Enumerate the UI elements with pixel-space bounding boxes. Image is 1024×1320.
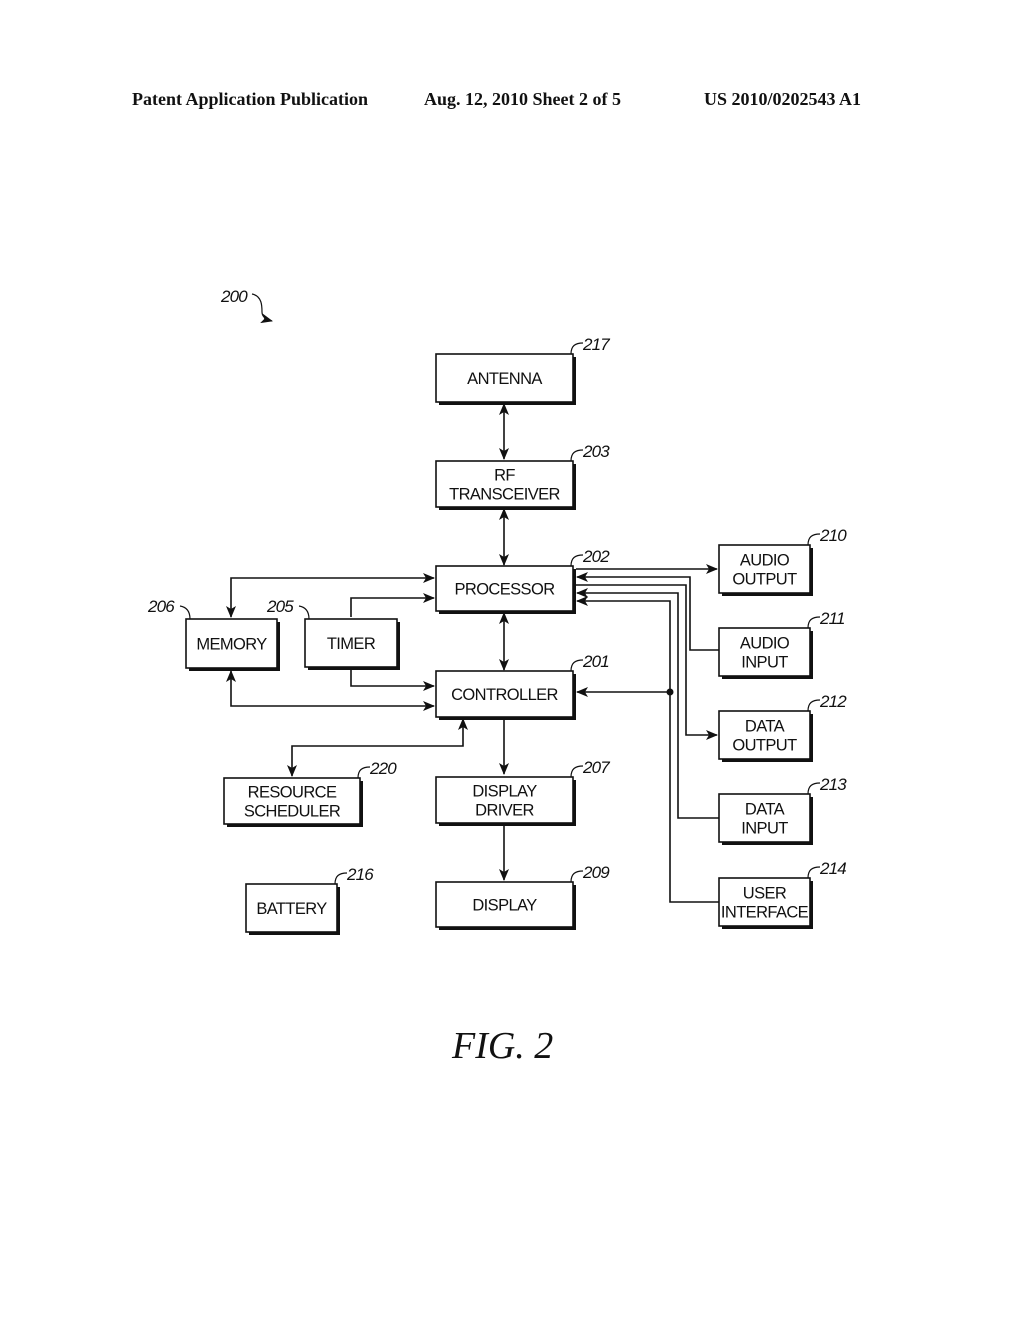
ref-leader (807, 616, 821, 629)
ref-leader (570, 659, 584, 672)
block-label: INPUT (741, 654, 788, 672)
block-memory: MEMORY 206 (147, 597, 280, 671)
figure-caption: FIG. 2 (452, 1025, 554, 1067)
block-label: ANTENNA (467, 370, 542, 388)
block-label: BATTERY (256, 900, 327, 918)
ref-leader (570, 554, 584, 567)
block-ref: 211 (819, 609, 845, 628)
ref-leader (334, 872, 348, 885)
ref-leader (807, 533, 821, 546)
ref-leader (570, 870, 584, 883)
block-label: PROCESSOR (454, 581, 555, 599)
block-label: AUDIO (740, 635, 790, 653)
block-ref: 209 (582, 863, 610, 882)
block-label: INPUT (741, 820, 788, 838)
ref-leader (807, 782, 821, 795)
block-controller: CONTROLLER 201 (435, 652, 610, 720)
block-label: DISPLAY (472, 783, 537, 801)
block-display-driver: DISPLAYDRIVER 207 (435, 758, 611, 826)
block-ref: 213 (819, 775, 847, 794)
figure-ref-arrow (251, 293, 273, 324)
block-label: DRIVER (475, 802, 534, 820)
ref-leader (298, 605, 310, 620)
wire-userinterface-processor (576, 596, 719, 903)
block-ref: 206 (147, 597, 175, 616)
block-rf-transceiver: RFTRANSCEIVER 203 (435, 442, 611, 510)
block-label: USER (743, 885, 787, 903)
block-processor: PROCESSOR 202 (435, 547, 611, 614)
ref-leader (570, 765, 584, 778)
block-antenna: ANTENNA 217 (435, 335, 611, 405)
block-ref: 217 (582, 335, 610, 354)
block-battery: BATTERY 216 (245, 865, 375, 935)
wire-timer-controller (350, 669, 435, 691)
block-label: TRANSCEIVER (449, 486, 560, 504)
ref-leader (179, 605, 191, 620)
block-ref: 202 (582, 547, 610, 566)
ref-leader (570, 449, 584, 462)
block-label: DATA (745, 718, 785, 736)
block-label: CONTROLLER (451, 686, 558, 704)
ref-leader (570, 342, 584, 355)
wire-timer-processor (350, 593, 435, 617)
block-ref: 216 (346, 865, 374, 884)
block-label: SCHEDULER (244, 803, 341, 821)
block-label: DISPLAY (472, 897, 537, 915)
junction-dot (666, 688, 674, 696)
block-audio-input: AUDIOINPUT 211 (718, 609, 846, 679)
ref-leader (807, 866, 821, 879)
block-label: INTERFACE (721, 904, 809, 922)
wire-memory-controller (226, 670, 435, 711)
block-label: RF (494, 467, 515, 485)
block-label: OUTPUT (732, 737, 797, 755)
block-label: MEMORY (196, 636, 267, 654)
figure-ref: 200 (220, 287, 248, 306)
ref-leader (807, 699, 821, 712)
block-ref: 214 (819, 859, 846, 878)
block-display: DISPLAY 209 (435, 863, 611, 930)
block-diagram: 200 ANTENNA 217 RFTRANSCEIVER203PROCESSOR2… (147, 287, 848, 935)
block-label: TIMER (327, 635, 376, 653)
block-label: DATA (745, 801, 785, 819)
block-resource-scheduler: RESOURCESCHEDULER 220 (223, 759, 398, 827)
wire-datainput-processor (576, 588, 719, 819)
block-ref: 205 (266, 597, 294, 616)
block-user-interface: USERINTERFACE 214 (718, 859, 847, 929)
ref-leader (357, 766, 371, 779)
block-timer: TIMER 205 (266, 597, 400, 670)
block-label: AUDIO (740, 552, 790, 570)
block-label: RESOURCE (248, 784, 337, 802)
block-ref: 212 (819, 692, 847, 711)
block-ref: 207 (582, 758, 610, 777)
block-data-input: DATAINPUT 213 (718, 775, 848, 845)
block-ref: 201 (582, 652, 609, 671)
block-ref: 203 (582, 442, 610, 461)
block-data-output: DATAOUTPUT 212 (718, 692, 848, 762)
block-audio-output: AUDIOOUTPUT 210 (718, 526, 848, 596)
block-ref: 210 (819, 526, 847, 545)
block-ref: 220 (369, 759, 397, 778)
wire-audioinput-processor (576, 572, 719, 651)
block-label: OUTPUT (732, 571, 797, 589)
